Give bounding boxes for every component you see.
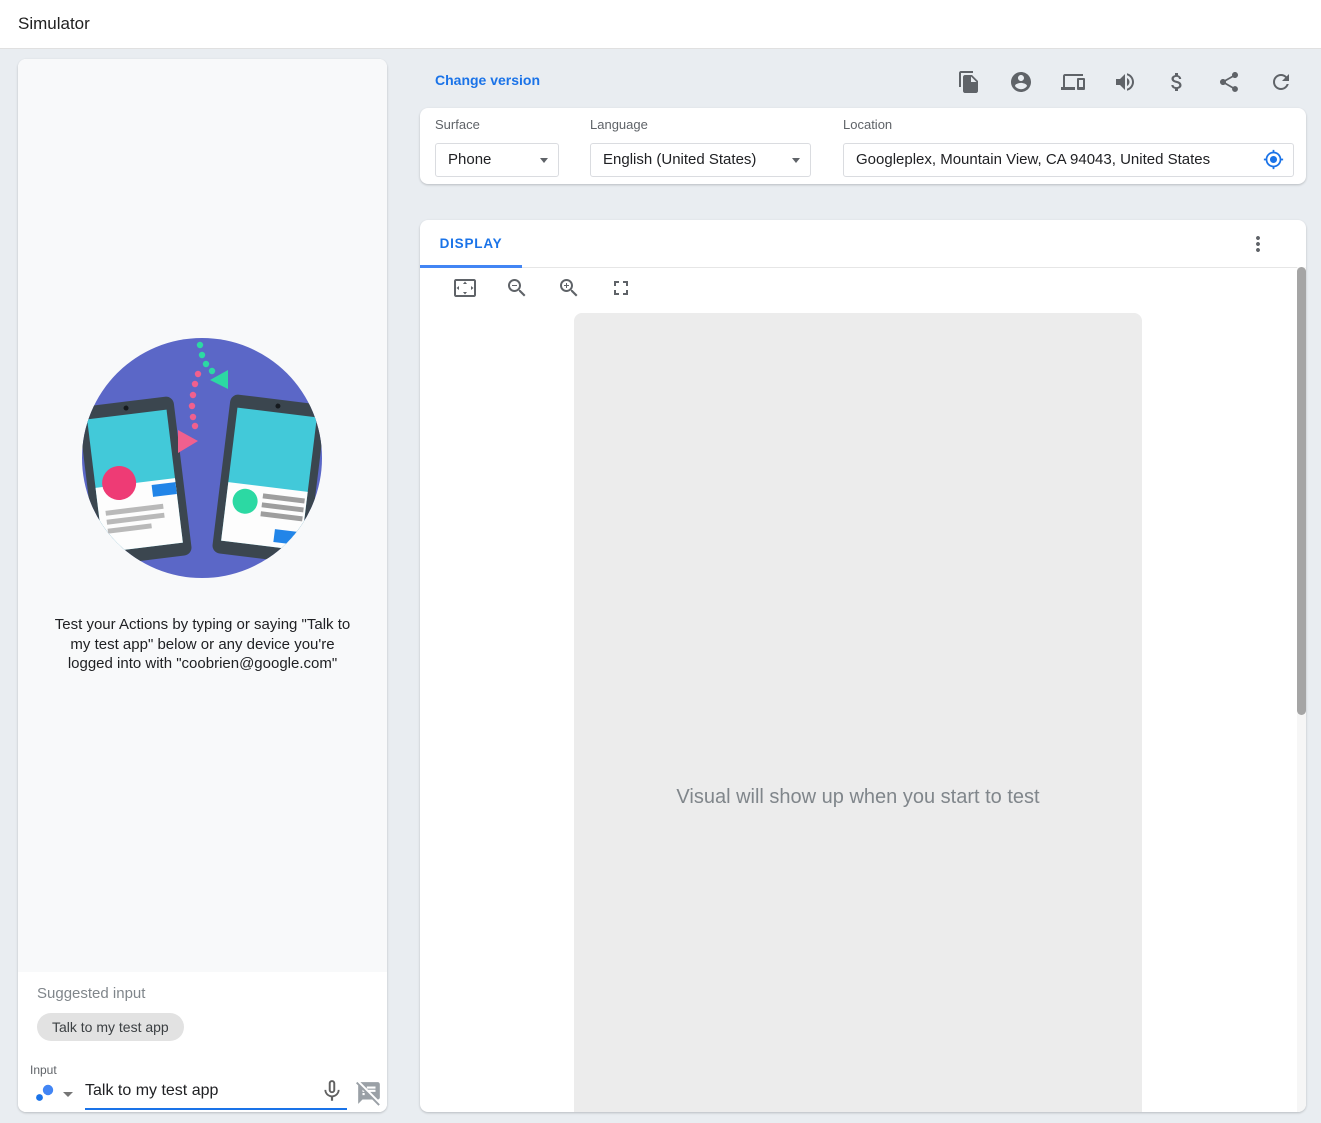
active-tab-indicator	[420, 265, 522, 268]
visual-placeholder-text: Visual will show up when you start to te…	[676, 786, 1040, 808]
attach-money-icon	[1171, 73, 1182, 91]
suggested-input-label: Suggested input	[37, 985, 146, 1002]
visual-preview-area: Visual will show up when you start to te…	[574, 313, 1142, 1112]
suggestion-chip[interactable]: Talk to my test app	[37, 1013, 184, 1041]
version-toolbar: Change version	[420, 59, 1306, 105]
my-location-icon[interactable]	[1263, 149, 1284, 170]
fit-screen-button[interactable]	[453, 276, 477, 300]
empty-state-description: Test your Actions by typing or saying "T…	[54, 616, 351, 672]
copy-icon	[959, 71, 978, 93]
surface-label: Surface	[435, 117, 480, 132]
volume-button[interactable]	[1113, 70, 1137, 94]
tab-bar: DISPLAY	[420, 220, 1306, 268]
zoom-in-icon	[560, 279, 578, 297]
surface-value: Phone	[448, 151, 492, 168]
settings-card: Surface Phone Language English (United S…	[420, 108, 1306, 184]
zoom-in-button[interactable]	[557, 276, 581, 300]
assistant-icon	[36, 1084, 54, 1101]
tab-display[interactable]: DISPLAY	[420, 220, 522, 268]
share-icon	[1220, 72, 1238, 92]
panel-menu-button[interactable]	[1246, 232, 1270, 256]
simulator-app: Simulator Test your Actions by typing or…	[0, 0, 1321, 1123]
chevron-down-icon	[792, 158, 800, 163]
display-panel: DISPLAY Visual will show up when you sta…	[420, 220, 1306, 1112]
location-input[interactable]: Googleplex, Mountain View, CA 94043, Uni…	[843, 143, 1294, 177]
share-button[interactable]	[1217, 70, 1241, 94]
scrollbar-thumb[interactable]	[1297, 267, 1306, 715]
fullscreen-icon	[614, 281, 628, 295]
tab-display-label: DISPLAY	[439, 236, 503, 251]
copy-button[interactable]	[957, 70, 981, 94]
location-value: Googleplex, Mountain View, CA 94043, Uni…	[856, 151, 1211, 168]
language-label: Language	[590, 117, 648, 132]
input-mode-selector[interactable]	[33, 1081, 77, 1107]
zoom-out-button[interactable]	[505, 276, 529, 300]
fullscreen-button[interactable]	[609, 276, 633, 300]
language-value: English (United States)	[603, 151, 757, 168]
devices-button[interactable]	[1061, 70, 1085, 94]
change-version-link[interactable]: Change version	[435, 72, 540, 88]
conversation-panel: Test your Actions by typing or saying "T…	[18, 59, 387, 1112]
account-icon	[1011, 72, 1031, 92]
query-input[interactable]: Talk to my test app	[85, 1078, 347, 1110]
volume-up-icon	[1116, 73, 1134, 91]
more-vert-icon	[1256, 236, 1260, 252]
settings-overscan-icon	[454, 279, 476, 297]
toolbar-icons	[957, 70, 1293, 94]
input-label: Input	[30, 1063, 57, 1077]
billing-button[interactable]	[1165, 70, 1189, 94]
location-label: Location	[843, 117, 893, 132]
language-select[interactable]: English (United States)	[590, 143, 811, 177]
refresh-button[interactable]	[1269, 70, 1293, 94]
scrollbar-track[interactable]	[1297, 267, 1306, 1112]
account-button[interactable]	[1009, 70, 1033, 94]
surface-select[interactable]: Phone	[435, 143, 559, 177]
input-row: Talk to my test app	[18, 1078, 387, 1112]
phones-illustration	[82, 338, 322, 578]
display-toolbar	[453, 276, 633, 300]
page-title: Simulator	[18, 14, 90, 33]
zoom-out-icon	[508, 279, 526, 297]
chevron-down-icon	[63, 1092, 73, 1097]
devices-icon	[1061, 74, 1085, 90]
input-section: Suggested input Talk to my test app Inpu…	[18, 972, 387, 1112]
app-header: Simulator	[0, 0, 1321, 49]
conversation-empty-state: Test your Actions by typing or saying "T…	[18, 59, 387, 972]
mic-icon[interactable]	[319, 1078, 345, 1104]
refresh-icon	[1273, 74, 1289, 90]
chevron-down-icon	[540, 158, 548, 163]
speaker-notes-off-icon[interactable]	[356, 1080, 382, 1106]
